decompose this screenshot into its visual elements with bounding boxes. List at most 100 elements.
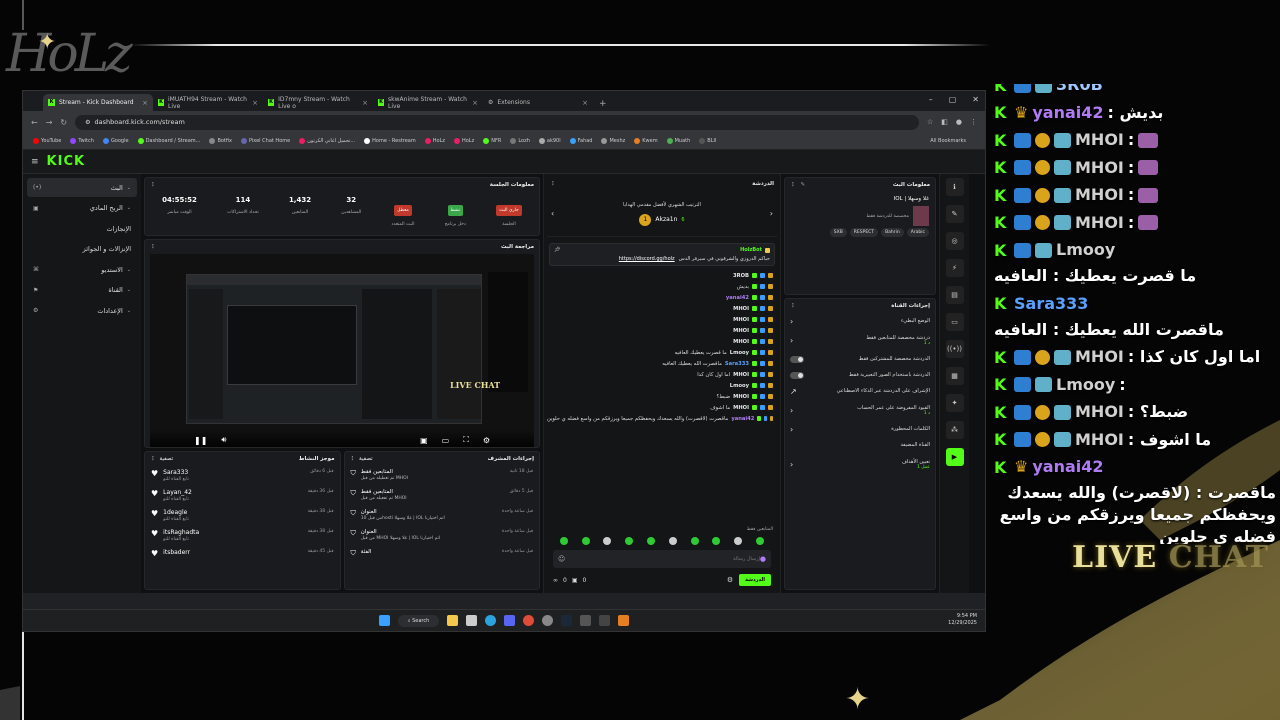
edge-icon[interactable]	[485, 615, 497, 626]
stream-tag[interactable]: SXB	[829, 228, 847, 237]
broadcast-icon[interactable]: ((•))	[945, 340, 964, 358]
chat-username[interactable]: MHOI	[733, 306, 749, 312]
chat-message[interactable]: ما قصرت يعطيك العافيه Lmooy	[547, 347, 777, 358]
toggle-switch[interactable]	[790, 355, 804, 363]
status-badge[interactable]: نشط	[447, 205, 464, 216]
emote-icon[interactable]	[625, 537, 634, 545]
theater-icon[interactable]: ▭	[442, 436, 450, 445]
emote-icon[interactable]	[559, 537, 568, 545]
chat-username[interactable]: Lmooy	[730, 383, 749, 389]
list-item[interactable]: قبل 36 دقيقة ♥ Layan_42 تابع القناة للتو	[145, 486, 340, 506]
emote-icon[interactable]	[668, 537, 677, 545]
bookmark-item[interactable]: ak90l	[538, 138, 561, 144]
status-badge[interactable]: معطل	[394, 205, 412, 216]
clock-date[interactable]: 12/29/2025	[948, 620, 977, 627]
sidebar-item[interactable]: الإنجازات	[27, 219, 137, 238]
bookmark-item[interactable]: Botfix	[209, 138, 232, 144]
pause-icon[interactable]: ❚❚	[194, 436, 207, 445]
obs-icon[interactable]	[542, 615, 554, 626]
bookmark-item[interactable]: HoLz	[453, 138, 474, 144]
card-menu-icon[interactable]: ⋮	[550, 181, 556, 187]
chevron-right-icon[interactable]: ›	[790, 460, 793, 469]
list-item[interactable]: قبل ساعة واحدة ⛉ الفئة	[345, 546, 540, 566]
pen-icon[interactable]: ✎	[945, 205, 964, 223]
bookmark-item[interactable]: Twitch	[70, 138, 94, 144]
emote-icon[interactable]	[734, 537, 743, 545]
toggle-switch[interactable]	[790, 371, 804, 379]
stream-tag[interactable]: Bahrin	[881, 228, 904, 237]
list-item[interactable]: قبل 6 دقائق ♥ Sara333 تابع القناة للتو	[145, 466, 340, 486]
list-item[interactable]: قبل 38 دقيقة ♥ 1deagle تابع القناة للتو	[145, 506, 340, 526]
list-item[interactable]: قبل ساعة واحدة ⛉ العنوان من قبل MHOI غلا وس…	[345, 526, 540, 546]
bookmark-item[interactable]: BLll	[699, 138, 716, 144]
chat-bubble-icon[interactable]: ▭	[945, 313, 964, 331]
tab-skwanime[interactable]: KskwAnime Stream - Watch Live ×	[373, 94, 483, 111]
info-icon[interactable]: ℹ	[945, 178, 964, 196]
pinned-username[interactable]: HolzBot	[740, 247, 762, 253]
emote-icon[interactable]	[603, 537, 612, 545]
discord-link[interactable]: https://discord.gg/holz	[619, 256, 675, 262]
chevron-right-icon[interactable]: ›	[790, 317, 793, 326]
mic-icon[interactable]: ●	[760, 555, 766, 563]
bookmark-item[interactable]: Kwem	[634, 138, 658, 144]
fullscreen-icon[interactable]: ⛶	[463, 435, 469, 445]
clock-time[interactable]: 9:54 PM	[948, 613, 977, 620]
profile-avatar[interactable]: ●	[956, 118, 962, 126]
channel-action-row[interactable]: القناة المضيفة	[785, 437, 935, 453]
emote-icon[interactable]	[756, 537, 765, 545]
sidebar-item[interactable]: (•) البث ⌄	[27, 178, 137, 197]
card-menu-icon[interactable]: ⋮	[350, 456, 356, 462]
chrome-icon[interactable]	[523, 615, 535, 626]
tab-extensions[interactable]: ⚙ Extensions ×	[483, 94, 593, 111]
emote-icon[interactable]	[690, 537, 699, 545]
bookmark-item[interactable]: HoLz	[424, 138, 445, 144]
bookmark-item[interactable]: YouTube	[33, 138, 61, 144]
chat-username[interactable]: Sara333	[725, 361, 749, 367]
close-tab-icon[interactable]: ×	[142, 99, 148, 107]
wrench-icon[interactable]: ✦	[945, 394, 964, 412]
chat-send-button[interactable]: الدردشة	[739, 574, 771, 586]
chat-username[interactable]: MHOI	[733, 339, 749, 345]
chat-message[interactable]: ما اشوف MHOI	[547, 402, 777, 413]
chat-username[interactable]: 3ROB	[733, 273, 749, 279]
mod-filter-button[interactable]: تصفية	[359, 456, 373, 462]
chat-message[interactable]: ضبط؟ MHOI	[547, 391, 777, 402]
channel-action-row[interactable]: الدردشة مخصصة للمشتركين فقط	[785, 351, 935, 367]
status-badge[interactable]: جاري البث	[496, 205, 522, 216]
clapper-icon[interactable]: ▶	[945, 448, 964, 466]
bookmark-item[interactable]: Dashboard / Stream...	[137, 138, 200, 144]
back-icon[interactable]: ←	[31, 118, 38, 127]
bookmark-item[interactable]: Home - Restream	[364, 138, 416, 144]
chat-message[interactable]: 3ROB	[547, 270, 777, 281]
chat-message[interactable]: ماقصرت الله يعطيك العافيه Sara333	[547, 358, 777, 369]
list-item[interactable]: قبل 38 دقيقة ♥ itsRaghadta تابع القناة للتو	[145, 526, 340, 546]
app-icon[interactable]	[580, 615, 592, 626]
app-icon[interactable]	[599, 615, 611, 626]
card-menu-icon[interactable]: ⋮	[150, 182, 156, 188]
pin-icon[interactable]: 📌︎	[554, 247, 560, 253]
bookmark-item[interactable]: Pixel Chat Home	[241, 138, 290, 144]
chat-username[interactable]: MHOI	[733, 405, 749, 411]
bookmark-item[interactable]: NFR	[483, 138, 501, 144]
chat-message[interactable]: بديش	[547, 281, 777, 292]
chevron-left-icon[interactable]: ‹	[551, 209, 554, 218]
steam-icon[interactable]	[561, 615, 573, 626]
star-bookmark-icon[interactable]: ☆	[927, 118, 933, 126]
chevron-right-icon[interactable]: ›	[790, 406, 793, 415]
chat-username[interactable]: yanai42	[731, 416, 754, 422]
top-gifter-name[interactable]: Akza1n	[655, 216, 677, 223]
list-item[interactable]: قبل 18 ثانية ⛉ المتابعين فقط تم تعطيله من ق…	[345, 466, 540, 486]
store-icon[interactable]	[466, 615, 478, 626]
hamburger-menu-icon[interactable]: ≡	[31, 157, 39, 167]
close-tab-icon[interactable]: ×	[252, 99, 258, 107]
chat-input-box[interactable]: ☺ ●	[553, 550, 771, 568]
volume-icon[interactable]: 🔊︎	[221, 435, 226, 445]
bookmark-item[interactable]: تحميل اغاني الكرتون...	[299, 138, 355, 144]
sidebar-item[interactable]: ⌘ الاستديو ⌄	[27, 260, 137, 279]
file-explorer-icon[interactable]	[447, 615, 459, 626]
sidebar-item[interactable]: ⚑ القناة ⌄	[27, 281, 137, 300]
emote-icon[interactable]	[712, 537, 721, 545]
all-bookmarks[interactable]: All Bookmarks	[930, 138, 966, 144]
chat-username[interactable]: MHOI	[733, 372, 749, 378]
pip-icon[interactable]: ▣	[420, 436, 428, 445]
